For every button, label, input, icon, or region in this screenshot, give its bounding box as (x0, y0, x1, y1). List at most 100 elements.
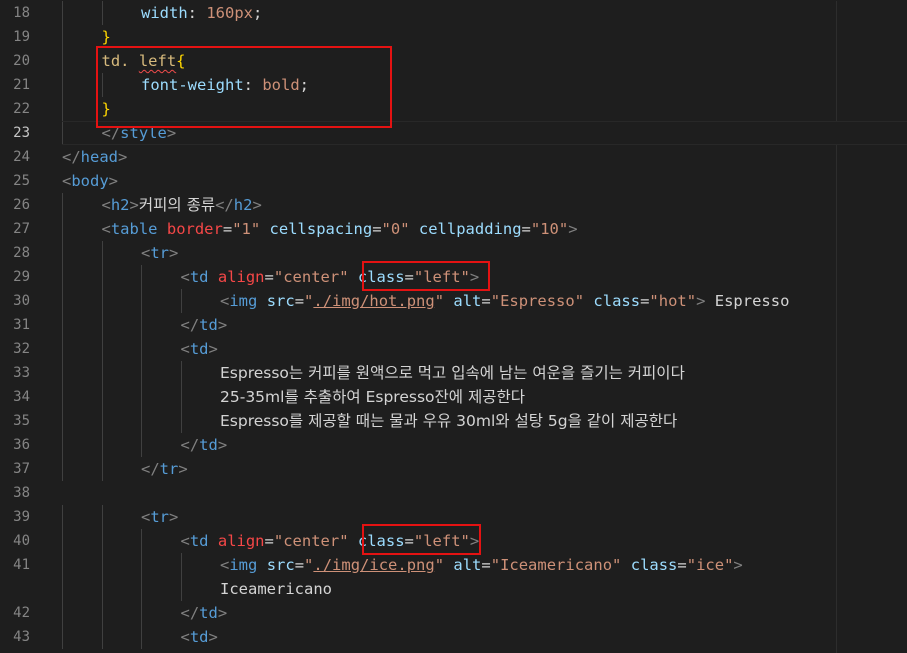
code-token: > (169, 244, 179, 262)
code-line[interactable]: 20 td. left{ (0, 49, 907, 73)
line-number: 29 (13, 269, 30, 285)
code-line[interactable]: 39 <tr> (0, 505, 907, 529)
indent-guide (101, 361, 103, 385)
code-token: < (101, 220, 111, 238)
indent-guide (141, 529, 142, 553)
indent-guide (62, 409, 63, 433)
line-number: 21 (13, 77, 30, 93)
code-token: > (469, 268, 480, 286)
line-number: 35 (13, 413, 30, 429)
code-content: Espresso는 커피를 원액으로 먹고 입속에 남는 여운을 즐기는 커피이… (220, 361, 685, 385)
code-token: = (222, 220, 233, 238)
code-token: "1" (232, 220, 261, 238)
code-token: = (481, 292, 491, 310)
code-line[interactable]: 33 Espresso는 커피를 원액으로 먹고 입속에 남는 여운을 즐기는 커… (0, 361, 907, 385)
code-content: <tr> (141, 505, 178, 529)
code-line[interactable]: 37 </tr> (0, 457, 907, 481)
code-token: = (294, 292, 305, 310)
code-token: td. (101, 52, 139, 70)
code-line[interactable]: 19} (0, 25, 907, 49)
code-line[interactable]: 24 </head> (0, 145, 907, 169)
code-token: h2 (110, 196, 130, 214)
code-line[interactable]: 28 <tr> (0, 241, 907, 265)
code-line[interactable]: 38 (0, 481, 907, 505)
indent-guide (101, 313, 103, 337)
code-line[interactable]: 21 font-weight: bold; (0, 73, 907, 97)
code-line[interactable]: 34 25-35ml를 추출하여 Espresso잔에 제공한다 (0, 385, 907, 409)
indent-guide (180, 385, 182, 409)
code-content: <body> (62, 169, 118, 193)
indent-guide (62, 97, 63, 121)
code-line[interactable]: 41 <img src="./img/ice.png" alt="Iceameri… (0, 553, 907, 577)
code-token: </ (180, 436, 200, 454)
code-token: class (357, 268, 405, 286)
code-line[interactable]: 23 </style> (0, 121, 907, 145)
code-token: img (229, 292, 258, 310)
code-line[interactable]: 22} (0, 97, 907, 121)
code-line[interactable]: 27 <table border="1" cellspacing="0" cell… (0, 217, 907, 241)
indent-guide (62, 289, 63, 313)
indent-guide (141, 361, 142, 385)
code-token: = (521, 220, 531, 238)
code-token: "left" (413, 268, 470, 286)
code-content: 25-35ml를 추출하여 Espresso잔에 제공한다 (220, 385, 525, 409)
code-token: < (180, 532, 190, 550)
code-content: <img src="./img/hot.png" alt="Espresso" … (220, 289, 789, 313)
code-token: < (220, 556, 230, 574)
indent-guide (141, 553, 142, 577)
code-token: "left" (413, 532, 470, 550)
code-token: < (220, 292, 230, 310)
code-token: Espresso (705, 292, 790, 310)
indent-guide (141, 337, 142, 361)
indent-guide (101, 289, 103, 313)
code-line[interactable]: 42 </td> (0, 601, 907, 625)
code-token: border (166, 220, 223, 238)
code-line[interactable]: 36 </td> (0, 433, 907, 457)
code-line[interactable]: 26 <h2>커피의 종류</h2> (0, 193, 907, 217)
code-token: alt (453, 556, 482, 574)
code-token: src (266, 556, 295, 574)
code-token: left (138, 52, 177, 70)
code-token: class (357, 532, 405, 550)
code-line[interactable]: 25 <body> (0, 169, 907, 193)
code-token: td (199, 316, 218, 334)
code-token: > (733, 556, 743, 574)
code-token: td (199, 604, 218, 622)
code-token: 160px (206, 4, 254, 22)
code-line[interactable]: 43 <td> (0, 625, 907, 649)
code-line[interactable]: 35 Espresso를 제공할 때는 물과 우유 30ml와 설탕 5g을 같이… (0, 409, 907, 433)
code-token: tr (150, 508, 170, 526)
code-token: class (593, 292, 641, 310)
indent-guide (141, 577, 142, 601)
code-line[interactable]: 30 <img src="./img/hot.png" alt="Espresso… (0, 289, 907, 313)
code-line[interactable]: 32 <td> (0, 337, 907, 361)
indent-guide (62, 25, 63, 49)
code-token: align (217, 532, 265, 550)
code-line[interactable]: 31 </td> (0, 313, 907, 337)
code-token: Espresso는 커피를 원액으로 먹고 입속에 남는 여운을 즐기는 커피이… (220, 364, 685, 382)
code-line[interactable]: 40 <td align="center" class="left"> (0, 529, 907, 553)
line-number: 28 (13, 245, 30, 261)
code-token: > (217, 604, 228, 622)
code-line[interactable]: 18 width: 160px; (0, 1, 907, 25)
line-number: 19 (13, 29, 30, 45)
code-editor[interactable]: 18 width: 160px; 19} 20 td. left{21 font-weig… (0, 1, 907, 653)
code-line[interactable]: Iceamericano (0, 577, 907, 601)
line-number: 30 (13, 293, 30, 309)
indent-guide (101, 385, 103, 409)
code-token: "Espresso" (490, 292, 585, 310)
code-token: > (166, 124, 177, 142)
line-number: 24 (13, 149, 30, 165)
code-content: </td> (181, 433, 228, 457)
code-token: "center" (273, 268, 349, 286)
code-token: td (189, 340, 209, 358)
indent-guide (101, 241, 103, 265)
indent-guide (101, 409, 103, 433)
line-number: 23 (13, 125, 30, 141)
indent-guide (101, 529, 103, 553)
code-line[interactable]: 29 <td align="center" class="left"> (0, 265, 907, 289)
